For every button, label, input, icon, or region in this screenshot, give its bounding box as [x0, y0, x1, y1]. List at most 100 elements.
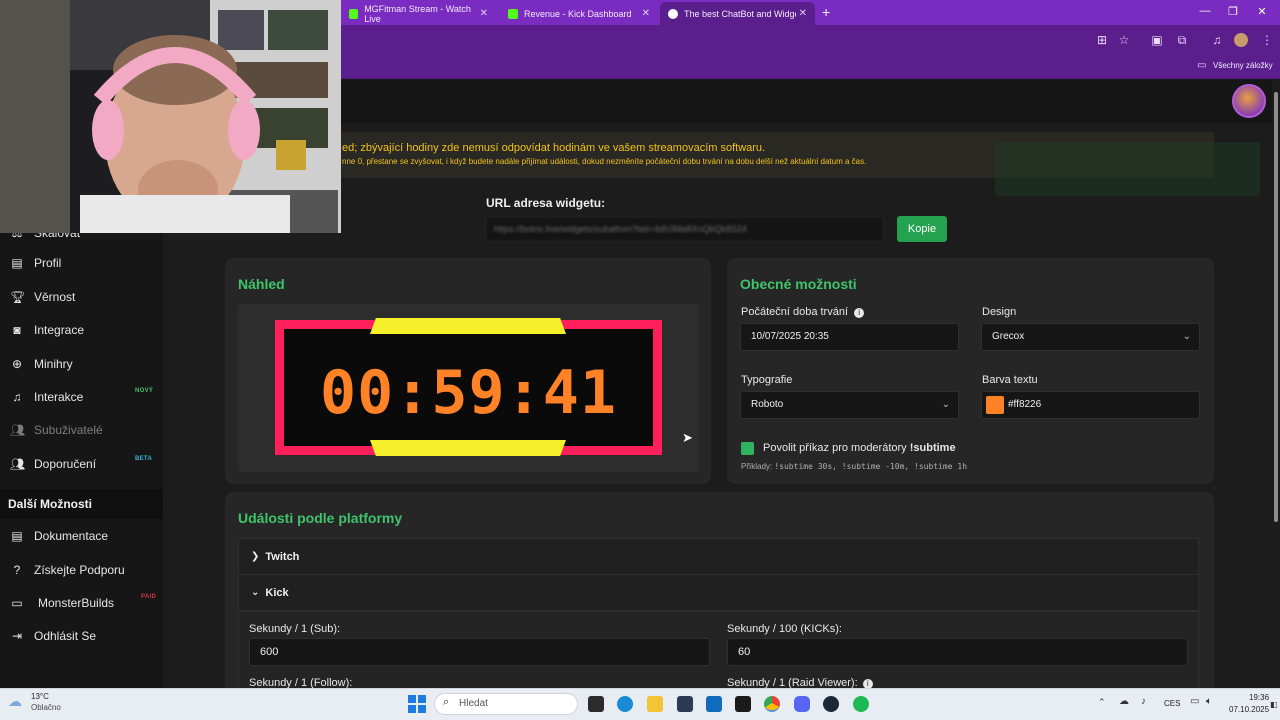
kicks-seconds-input[interactable]: 60: [727, 638, 1188, 666]
sidebar-item-subuzivatele[interactable]: 👥︎ Subuživatelé: [0, 415, 163, 445]
close-window-icon[interactable]: ✕: [1255, 5, 1269, 18]
command-name: !subtime: [909, 442, 956, 454]
sidebar-item-vernost[interactable]: 🏆︎ Věrnost: [0, 282, 163, 312]
accordion-label: Kick: [265, 586, 289, 599]
new-tab-button[interactable]: +: [822, 4, 830, 20]
sidebar-item-label: Profil: [34, 256, 62, 270]
widget-url-field[interactable]: https://botrix.live/widgets/subathon?bid…: [485, 216, 884, 242]
edge-icon[interactable]: [617, 696, 633, 712]
app-icon[interactable]: [735, 696, 751, 712]
widget-url-label: URL adresa widgetu:: [486, 196, 606, 210]
accordion-kick[interactable]: ⌄ Kick: [238, 574, 1199, 611]
search-icon: ⌕: [443, 696, 450, 708]
typography-selected-value: Roboto: [751, 399, 784, 410]
sidebar-item-label: Věrnost: [34, 290, 76, 304]
sidebar-item-label: MonsterBuilds: [38, 596, 115, 610]
preview-title: Náhled: [238, 276, 285, 292]
tab-label: MGFitman Stream - Watch Live: [364, 3, 471, 24]
profile-avatar-icon[interactable]: [1234, 33, 1248, 47]
chevron-down-icon: ⌄: [941, 399, 950, 410]
sidebar-item-interakce[interactable]: ♫ Interakce: [0, 382, 163, 412]
sidebar-item-monsterbuilds[interactable]: ▭ MonsterBuilds: [0, 588, 163, 618]
text-color-input[interactable]: #ff8226: [981, 391, 1200, 419]
chrome-icon[interactable]: [764, 696, 780, 712]
sidebar-item-label: Doporučení: [34, 457, 97, 471]
weather-temp[interactable]: 13°C: [31, 692, 49, 701]
examples-value: !subtime 30s, !subtime -10m, !subtime 1h: [774, 462, 968, 471]
display-icon[interactable]: ▭: [1190, 696, 1199, 707]
tab-mgfitman-stream[interactable]: MGFitman Stream - Watch Live ✕: [341, 2, 496, 25]
chevron-right-icon: ❯: [251, 551, 260, 562]
examples-label: Příklady:: [741, 462, 773, 471]
sidebar-item-podpora[interactable]: ? Získejte Podporu: [0, 555, 163, 585]
copy-button[interactable]: Kopie: [897, 216, 947, 242]
streamer-webcam-image: [0, 0, 341, 233]
windows-start-icon[interactable]: [408, 695, 426, 713]
discord-icon[interactable]: [794, 696, 810, 712]
close-icon[interactable]: ✕: [642, 8, 650, 19]
close-icon[interactable]: ✕: [480, 8, 488, 19]
menu-icon[interactable]: ⋮: [1260, 33, 1274, 47]
plug-icon: ◙: [13, 323, 21, 337]
sub-seconds-input[interactable]: 600: [249, 638, 710, 666]
design-selected-value: Grecox: [992, 331, 1025, 342]
extension-icon[interactable]: ▣: [1150, 33, 1164, 47]
start-duration-label: Počáteční doba trvání i: [741, 306, 865, 318]
user-avatar[interactable]: [1232, 84, 1266, 118]
sub-seconds-label: Sekundy / 1 (Sub):: [249, 623, 341, 635]
clock-time[interactable]: 19:36: [1249, 693, 1269, 702]
restore-icon[interactable]: ❐: [1226, 5, 1240, 18]
sidebar-item-dokumentace[interactable]: ▤ Dokumentace: [0, 521, 163, 551]
translate-icon[interactable]: ⊞: [1095, 33, 1109, 47]
outlook-icon[interactable]: [706, 696, 722, 712]
sidebar-item-label: Minihry: [34, 357, 73, 371]
info-icon[interactable]: i: [854, 308, 865, 318]
steam-icon[interactable]: [823, 696, 839, 712]
language-indicator[interactable]: CES: [1164, 699, 1180, 708]
minimize-icon[interactable]: —: [1198, 5, 1212, 17]
store-icon[interactable]: [677, 696, 693, 712]
mod-command-checkbox[interactable]: [741, 442, 754, 455]
sidebar-item-label: Integrace: [34, 323, 85, 337]
typography-label: Typografie: [741, 374, 793, 386]
sidebar-item-odhlasit[interactable]: ⇥ Odhlásit Se: [0, 621, 163, 651]
referral-icon: 👥︎: [10, 457, 26, 471]
notification-icon[interactable]: ◧: [1270, 700, 1278, 709]
chevron-down-icon: ⌄: [1182, 331, 1191, 342]
close-icon[interactable]: ✕: [799, 8, 807, 19]
typography-select[interactable]: Roboto ⌄: [740, 391, 959, 419]
taskbar-search[interactable]: Hledat: [434, 693, 578, 715]
tab-revenue-dashboard[interactable]: Revenue - Kick Dashboard ✕: [500, 2, 658, 25]
color-swatch[interactable]: [986, 396, 1004, 414]
design-select[interactable]: Grecox ⌄: [981, 323, 1200, 351]
command-examples: Příklady: !subtime 30s, !subtime -10m, !…: [741, 462, 967, 471]
microphone-icon[interactable]: ♪: [1141, 696, 1146, 707]
tab-label: The best ChatBot and Widgets: [684, 8, 796, 19]
sidebar-section-title: Další Možnosti: [8, 497, 93, 511]
volume-icon[interactable]: 🔈︎: [1206, 696, 1212, 707]
spotify-icon[interactable]: [853, 696, 869, 712]
bookmark-star-icon[interactable]: ☆: [1117, 33, 1131, 47]
sidebar-item-doporuceni[interactable]: 👥︎ Doporučení: [0, 449, 163, 479]
sidebar-item-profil[interactable]: ▤ Profil: [0, 248, 163, 278]
accordion-twitch[interactable]: ❯ Twitch: [238, 538, 1199, 575]
sidebar-item-label: Subuživatelé: [34, 423, 103, 437]
puzzle-icon[interactable]: ⧉: [1175, 33, 1189, 47]
design-label: Design: [982, 306, 1017, 318]
chevron-up-icon[interactable]: ⌃: [1098, 697, 1106, 708]
alert-text-line2: nne 0, přestane se zvyšovat, i když bude…: [342, 157, 867, 166]
cloud-icon[interactable]: ☁: [1119, 696, 1129, 707]
sidebar-item-integrace[interactable]: ◙ Integrace: [0, 315, 163, 345]
file-explorer-icon[interactable]: [647, 696, 663, 712]
scrollbar-thumb[interactable]: [1274, 92, 1278, 522]
all-bookmarks-link[interactable]: Všechny záložky: [1213, 61, 1273, 70]
task-view-icon[interactable]: [588, 696, 604, 712]
new-badge: NOVÝ: [135, 388, 154, 394]
tab-chatbot-widgets[interactable]: The best ChatBot and Widgets ✕: [660, 2, 815, 25]
timer-display: 00:59:41: [320, 358, 617, 428]
media-icon[interactable]: ♫: [1210, 33, 1224, 47]
sidebar-item-minihry[interactable]: ⊕ Minihry: [0, 349, 163, 379]
id-card-icon: ▤: [11, 256, 23, 270]
start-duration-input[interactable]: 10/07/2025 20:35: [740, 323, 959, 351]
chevron-down-icon: ⌄: [251, 587, 260, 598]
